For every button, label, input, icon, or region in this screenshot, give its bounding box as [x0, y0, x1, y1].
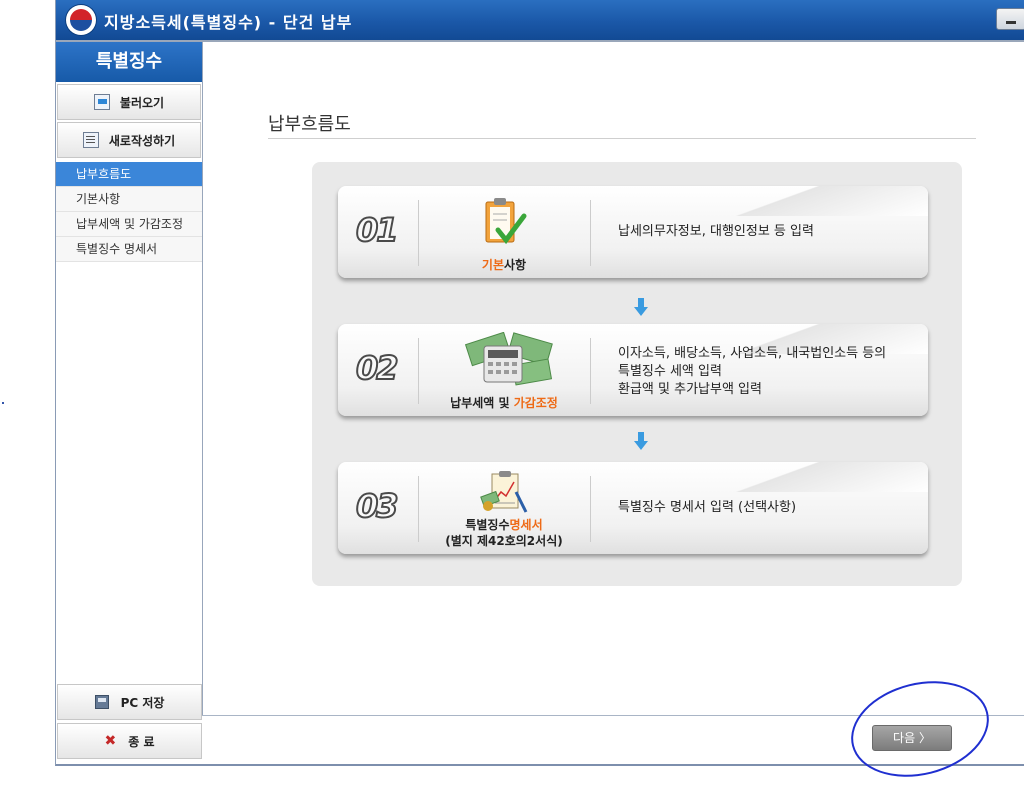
- new-button[interactable]: 새로작성하기: [57, 122, 201, 158]
- footer-bar: 다음 〉: [202, 715, 1024, 764]
- step-form-label: (별지 제42호의2서식): [445, 534, 563, 548]
- calculator-money-icon: [464, 332, 553, 386]
- main-content: 납부흐름도 01 기본사항 납세의무자정보, 대행인정보 등 입력 02 납부세…: [202, 42, 1024, 716]
- step-description: 납세의무자정보, 대행인정보 등 입력: [618, 223, 814, 241]
- new-button-label: 새로작성하기: [108, 133, 176, 148]
- step-label: 특별징수명세서: [428, 516, 580, 533]
- new-document-icon: [82, 132, 99, 148]
- desktop-dot: [2, 402, 4, 404]
- minimize-icon: [1006, 21, 1016, 24]
- next-button[interactable]: 다음 〉: [872, 725, 952, 751]
- step-number: 03: [355, 486, 399, 526]
- sidebar-header: 특별징수: [56, 42, 202, 82]
- sidebar-item-statement[interactable]: 특별징수 명세서: [56, 237, 202, 262]
- step-desc-line: 납세의무자정보, 대행인정보 등 입력: [618, 224, 814, 239]
- sidebar-menu: 납부흐름도 기본사항 납부세액 및 가감조정 특별징수 명세서: [56, 162, 202, 262]
- load-button[interactable]: 불러오기: [57, 84, 201, 120]
- minimize-button[interactable]: [996, 8, 1024, 30]
- step-description: 이자소득, 배당소득, 사업소득, 내국법인소득 등의 특별징수 세액 입력 환…: [618, 345, 886, 399]
- sidebar-item-basic[interactable]: 기본사항: [56, 187, 202, 212]
- flow-step-3: 03 특별징수명세서 (별지 제42호의2서식) 특별징수 명세서 입력 (선택…: [338, 462, 928, 554]
- exit-label: 종 료: [128, 734, 155, 749]
- sidebar: 특별징수 불러오기 새로작성하기 납부흐름도 기본사항 납부세액 및 가감조정 …: [56, 42, 203, 762]
- sidebar-bottom: PC 저장 ✖ 종 료: [57, 684, 202, 762]
- step-label-highlight: 가감조정: [513, 396, 558, 410]
- flow-step-2: 02 납부세액 및 가감조정 이자소득, 배당소득, 사업소득, 내국법인소득 …: [338, 324, 928, 416]
- pc-save-label: PC 저장: [120, 695, 165, 710]
- floppy-disk-icon: [94, 695, 109, 709]
- load-icon: [93, 94, 110, 110]
- taegeuk-logo-icon: [66, 5, 96, 35]
- app-window: 지방소득세(특별징수) - 단건 납부 특별징수 불러오기 새로작성하기 납부흐…: [55, 0, 1024, 766]
- title-divider: [268, 138, 976, 139]
- step-desc-line: 특별징수 명세서 입력 (선택사항): [618, 500, 797, 515]
- step-desc-line: 특별징수 세액 입력: [618, 364, 722, 379]
- step-label-highlight: 명세서: [509, 518, 543, 532]
- flow-panel: 01 기본사항 납세의무자정보, 대행인정보 등 입력 02 납부세액 및 가감…: [312, 162, 962, 586]
- flow-step-1: 01 기본사항 납세의무자정보, 대행인정보 등 입력: [338, 186, 928, 278]
- flow-arrow-icon: [634, 298, 648, 316]
- window-title: 지방소득세(특별징수) - 단건 납부: [104, 13, 353, 32]
- page-title: 납부흐름도: [268, 114, 351, 135]
- pc-save-button[interactable]: PC 저장: [57, 684, 202, 720]
- step-description: 특별징수 명세서 입력 (선택사항): [618, 499, 796, 517]
- load-button-label: 불러오기: [119, 95, 165, 110]
- step-label: 기본사항: [428, 256, 580, 273]
- step-number: 02: [355, 348, 399, 388]
- flow-arrow-icon: [634, 432, 648, 450]
- sidebar-item-tax-amount[interactable]: 납부세액 및 가감조정: [56, 212, 202, 237]
- title-bar: 지방소득세(특별징수) - 단건 납부: [56, 0, 1024, 42]
- step-number: 01: [355, 210, 399, 250]
- clipboard-check-icon: [485, 198, 527, 245]
- step-label: 납부세액 및 가감조정: [428, 394, 580, 411]
- step-label-text: 납부세액 및: [450, 396, 514, 410]
- step-label-text: 특별징수: [465, 518, 510, 532]
- step-label-text: 사항: [504, 258, 527, 272]
- step-desc-line: 환급액 및 추가납부액 입력: [618, 382, 762, 397]
- sidebar-item-flow[interactable]: 납부흐름도: [56, 162, 202, 187]
- close-x-icon: ✖: [104, 733, 117, 749]
- exit-button[interactable]: ✖ 종 료: [57, 723, 202, 759]
- step-desc-line: 이자소득, 배당소득, 사업소득, 내국법인소득 등의: [618, 346, 887, 361]
- step-label-highlight: 기본: [481, 258, 504, 272]
